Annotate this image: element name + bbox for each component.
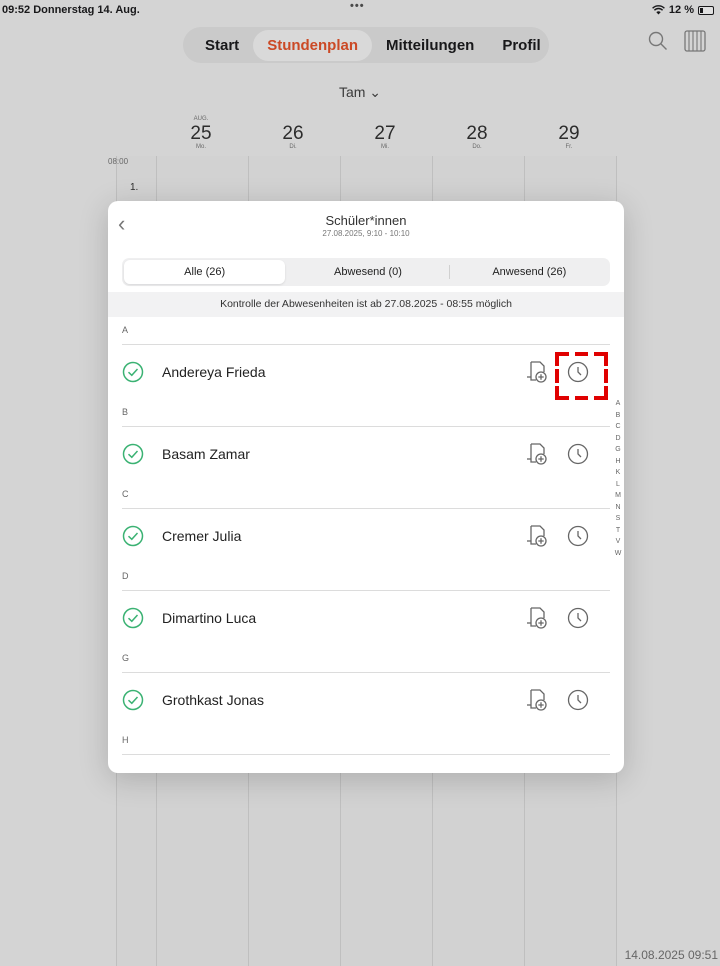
check-circle-icon[interactable] <box>122 361 144 383</box>
footer-timestamp: 14.08.2025 09:51 <box>624 948 718 962</box>
segment-abwesend[interactable]: Abwesend (0) <box>287 258 448 286</box>
check-circle-icon[interactable] <box>122 525 144 547</box>
student-name: Grothkast Jonas <box>162 692 264 708</box>
student-name: Basam Zamar <box>162 446 250 462</box>
segment-anwesend[interactable]: Anwesend (26) <box>448 258 610 286</box>
section-header: A <box>108 317 624 345</box>
modal-subtitle: 27.08.2025, 9:10 - 10:10 <box>322 229 410 238</box>
index-letter[interactable]: M <box>611 490 625 502</box>
section-header: C <box>108 481 624 509</box>
student-row[interactable]: Grothkast Jonas <box>108 673 624 727</box>
check-circle-icon[interactable] <box>122 607 144 629</box>
student-name: Andereya Frieda <box>162 364 266 380</box>
add-note-icon[interactable] <box>526 442 548 466</box>
clock-icon[interactable] <box>567 607 589 629</box>
student-row[interactable]: Cremer Julia <box>108 509 624 563</box>
clock-icon[interactable] <box>567 525 589 547</box>
index-letter[interactable]: D <box>611 433 625 445</box>
alphabet-index[interactable]: A B C D G H K L M N S T V W <box>611 398 625 559</box>
index-letter[interactable]: V <box>611 536 625 548</box>
student-list: A Andereya Frieda B Basam Zamar C Cremer… <box>108 317 624 755</box>
section-header: D <box>108 563 624 591</box>
add-note-icon[interactable] <box>526 606 548 630</box>
index-letter[interactable]: G <box>611 444 625 456</box>
section-header: B <box>108 399 624 427</box>
add-note-icon[interactable] <box>526 524 548 548</box>
add-note-icon[interactable] <box>526 688 548 712</box>
clock-icon[interactable] <box>567 689 589 711</box>
segment-alle[interactable]: Alle (26) <box>124 260 286 284</box>
student-name: Dimartino Luca <box>162 610 257 626</box>
clock-icon[interactable] <box>567 443 589 465</box>
modal-title: Schüler*innen <box>325 213 407 228</box>
index-letter[interactable]: B <box>611 410 625 422</box>
student-row[interactable]: Andereya Frieda <box>108 345 624 399</box>
student-row[interactable]: Basam Zamar <box>108 427 624 481</box>
index-letter[interactable]: C <box>611 421 625 433</box>
check-circle-icon[interactable] <box>122 443 144 465</box>
add-note-icon[interactable] <box>526 360 548 384</box>
section-header: H <box>108 727 624 755</box>
index-letter[interactable]: S <box>611 513 625 525</box>
index-letter[interactable]: T <box>611 525 625 537</box>
check-circle-icon[interactable] <box>122 689 144 711</box>
students-modal: ‹ Schüler*innen 27.08.2025, 9:10 - 10:10… <box>108 201 624 773</box>
student-name: Cremer Julia <box>162 528 242 544</box>
focus-highlight <box>555 352 608 400</box>
index-letter[interactable]: W <box>611 548 625 560</box>
index-letter[interactable]: H <box>611 456 625 468</box>
filter-segmented-control: Alle (26) Abwesend (0) Anwesend (26) <box>122 258 610 286</box>
index-letter[interactable]: K <box>611 467 625 479</box>
index-letter[interactable]: A <box>611 398 625 410</box>
student-row[interactable]: Dimartino Luca <box>108 591 624 645</box>
absence-notice: Kontrolle der Abwesenheiten ist ab 27.08… <box>108 292 624 317</box>
index-letter[interactable]: N <box>611 502 625 514</box>
index-letter[interactable]: L <box>611 479 625 491</box>
section-header: G <box>108 645 624 673</box>
